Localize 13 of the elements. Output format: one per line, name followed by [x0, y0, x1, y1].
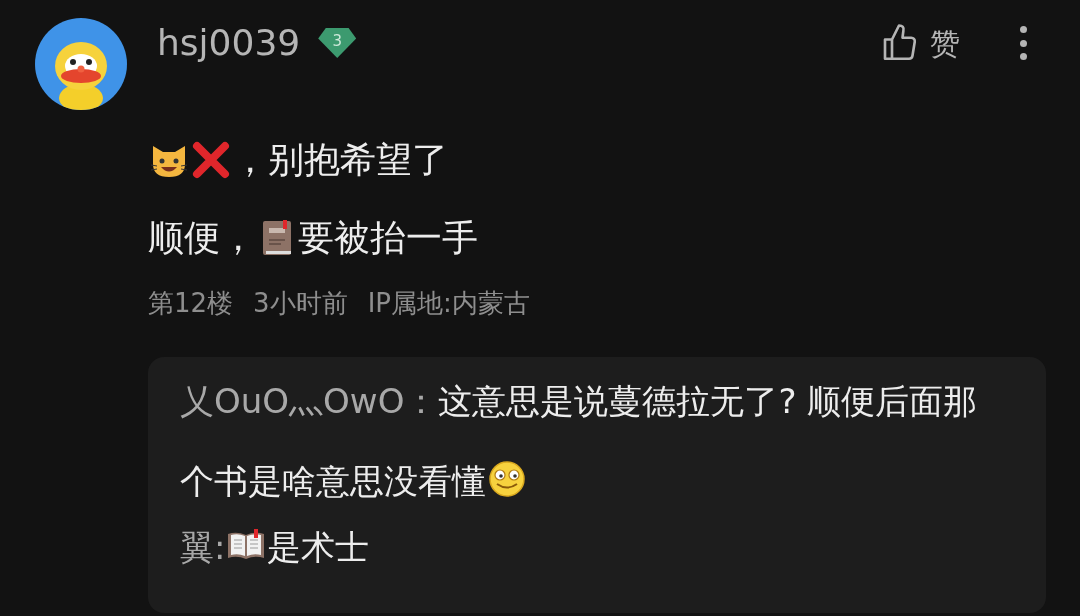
- comment-meta: 3小时前: [253, 287, 348, 320]
- comment-text: 顺便，: [148, 216, 256, 260]
- comment-text: 要被抬一手: [298, 216, 478, 260]
- username[interactable]: hsj0039: [157, 16, 301, 70]
- cross-mark-icon: [191, 140, 231, 180]
- reply-author[interactable]: 翼:: [180, 527, 226, 567]
- like-button[interactable]: 赞: [878, 20, 960, 66]
- reply-author[interactable]: 乂OuO灬OwO：: [180, 381, 439, 421]
- smiling-face-icon: [487, 459, 527, 499]
- comment-text: ，别抱希望了: [232, 138, 448, 182]
- comment-meta: 第12楼: [148, 287, 234, 320]
- comment-meta: IP属地:内蒙古: [367, 287, 530, 320]
- level-badge: 3: [318, 28, 357, 58]
